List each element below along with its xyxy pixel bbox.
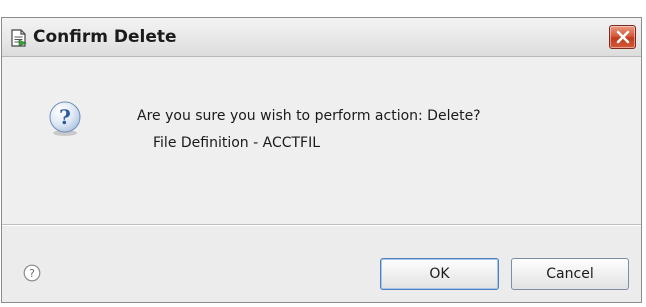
cancel-button[interactable]: Cancel [511,258,629,290]
document-icon [11,29,27,47]
button-bar: ? OK Cancel [2,225,641,302]
dialog-content: ? Are you sure you wish to perform actio… [2,57,641,225]
confirm-message: Are you sure you wish to perform action:… [137,108,481,124]
svg-text:?: ? [59,105,71,129]
svg-text:?: ? [29,267,35,280]
item-detail: File Definition - ACCTFIL [153,135,321,151]
close-icon [616,30,630,44]
title-bar[interactable]: Confirm Delete [2,18,641,57]
question-icon: ? [46,99,84,137]
confirm-delete-dialog: Confirm Delete ? Are you sure you wish t… [1,17,642,303]
close-button[interactable] [609,25,636,49]
help-icon[interactable]: ? [23,264,41,282]
dialog-title: Confirm Delete [33,27,177,47]
ok-button[interactable]: OK [380,258,499,290]
